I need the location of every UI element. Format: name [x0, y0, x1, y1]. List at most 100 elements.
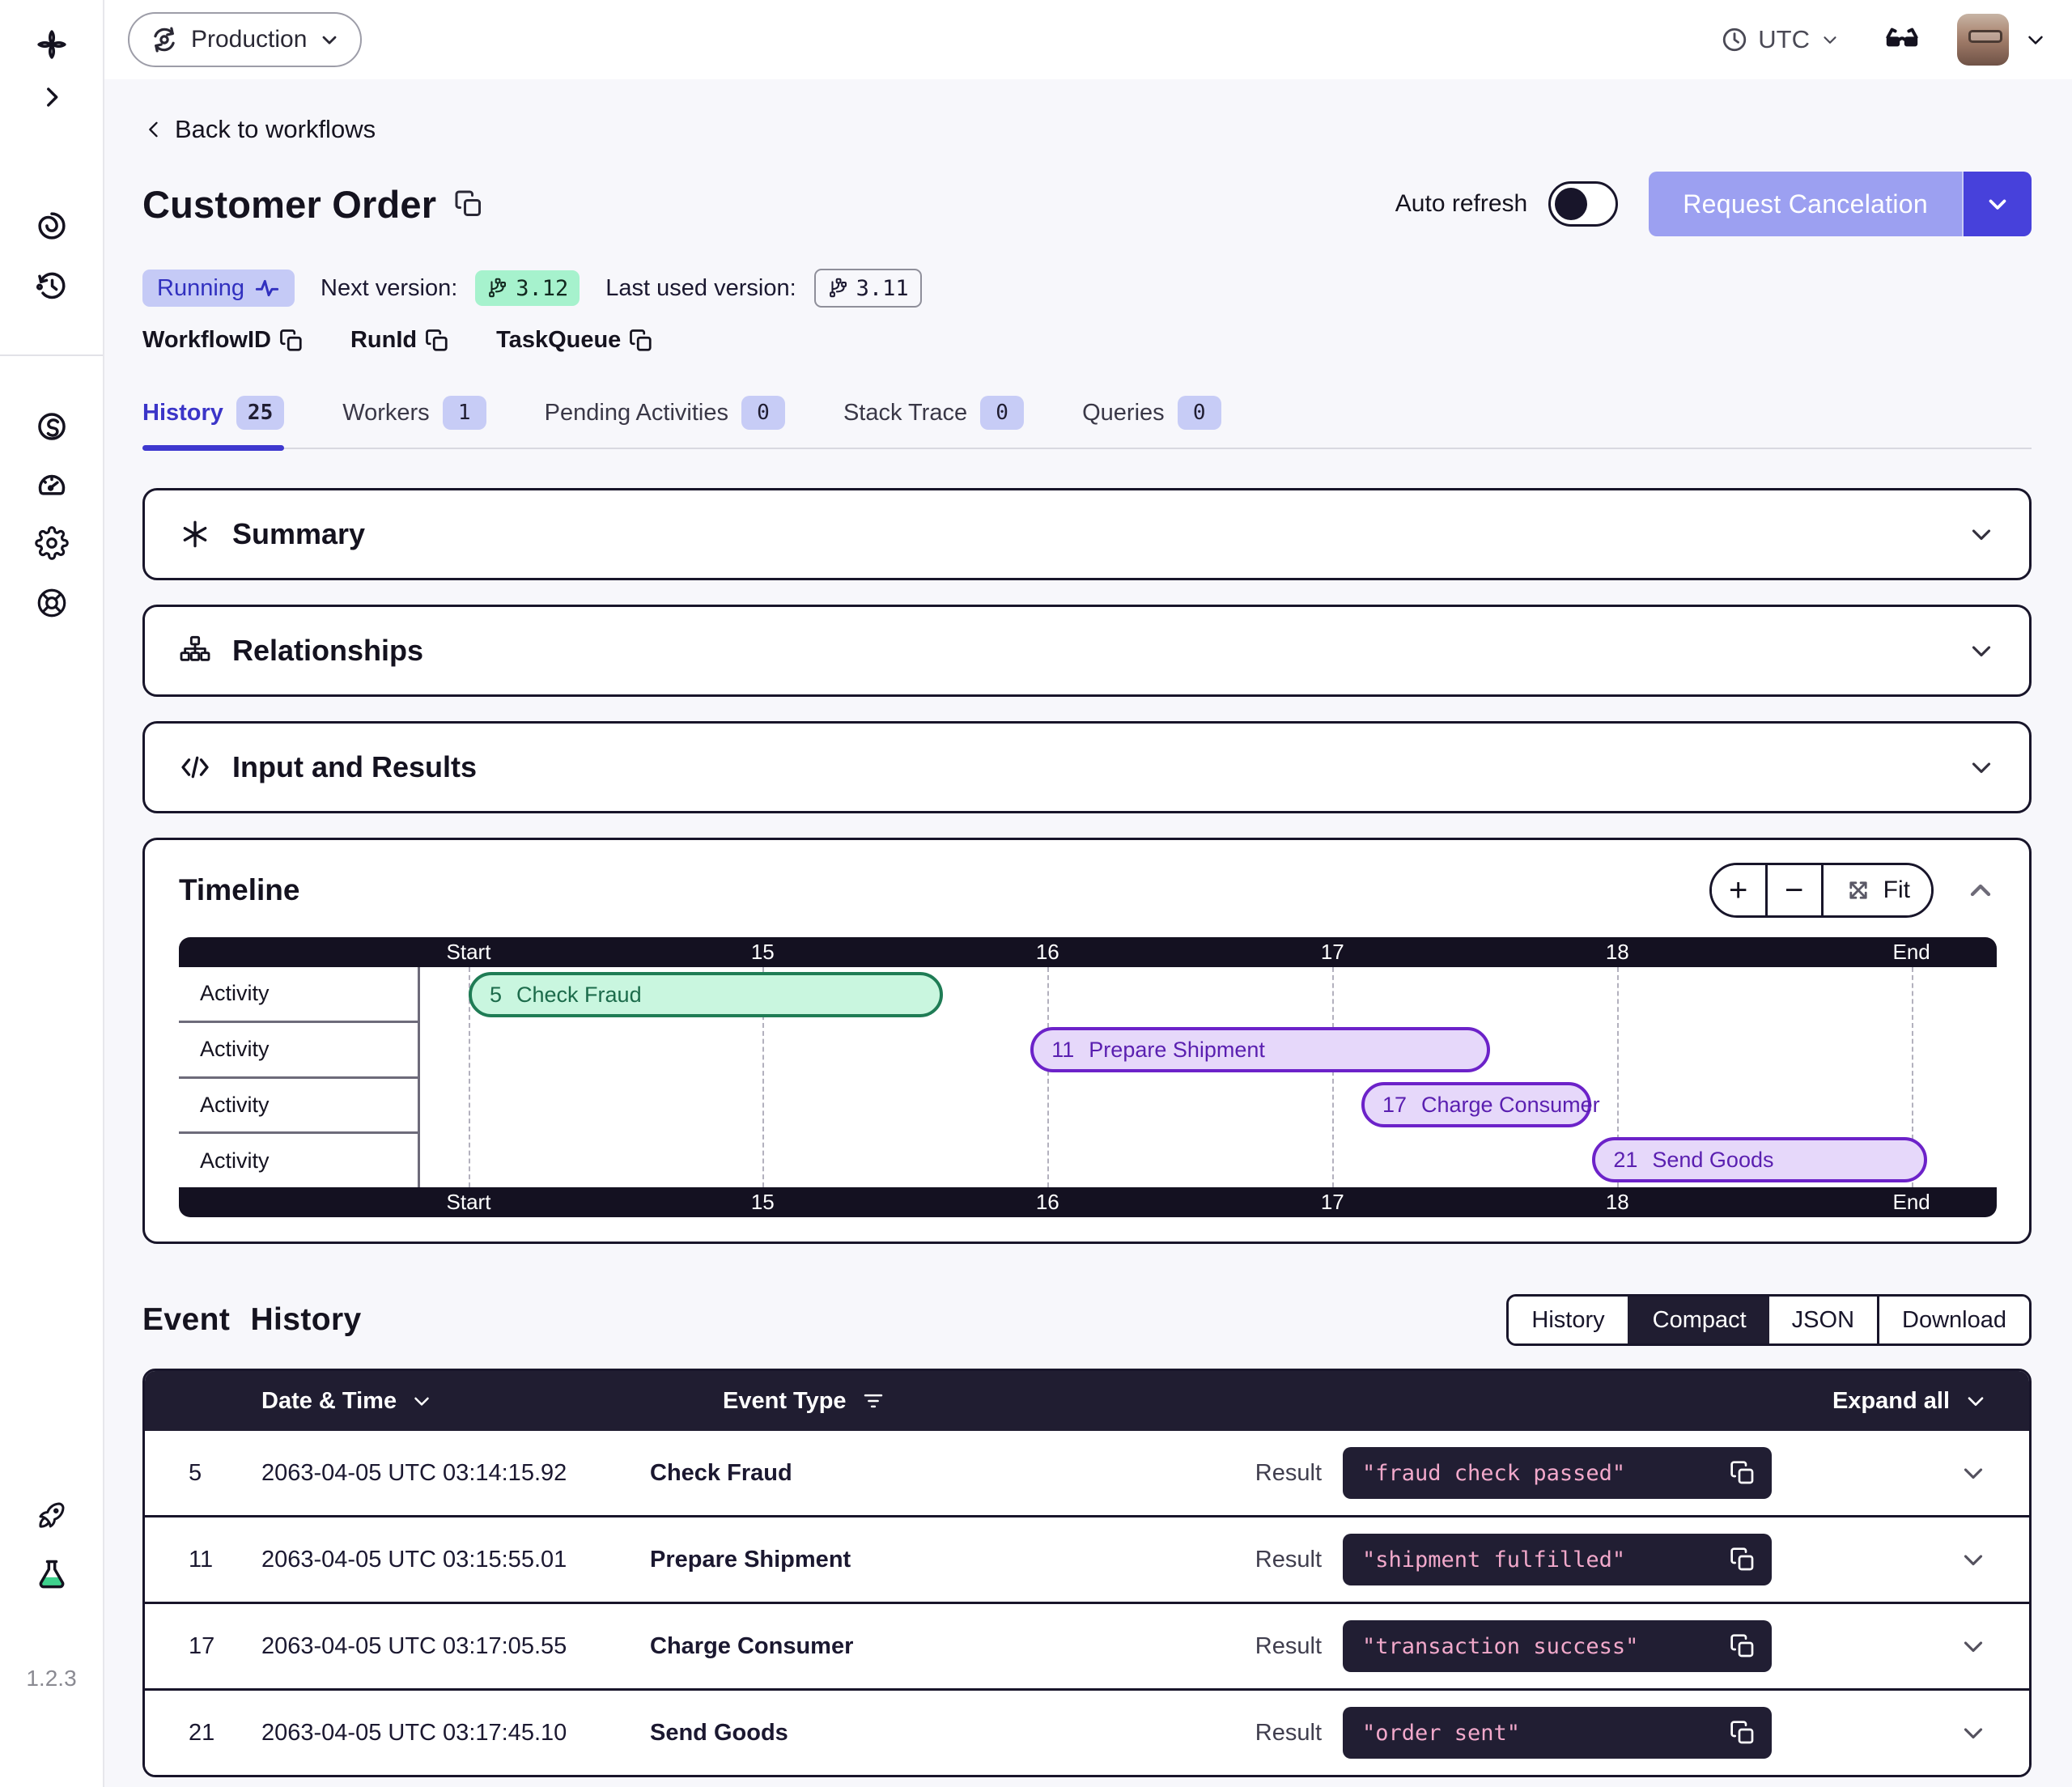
copy-title-icon[interactable] [454, 189, 483, 219]
expand-sidebar-icon[interactable] [38, 83, 66, 111]
event-history-view-switcher: HistoryCompactJSONDownload [1506, 1294, 2032, 1346]
activity-label: Send Goods [1652, 1148, 1773, 1173]
request-cancelation-split-button: Request Cancelation [1649, 172, 2032, 236]
timeline-activity-bar[interactable]: 17 Charge Consumer [1361, 1082, 1591, 1127]
panel-title: Input and Results [232, 750, 477, 784]
tab-label: History [142, 400, 223, 427]
topbar: Production UTC [103, 0, 2072, 79]
axis-tick-label: 16 [1036, 937, 1059, 967]
result-pill[interactable]: "transaction success" [1343, 1620, 1772, 1672]
nexus-icon[interactable] [35, 410, 69, 444]
sort-chevron-icon [410, 1389, 434, 1413]
expand-row-chevron-icon[interactable] [1958, 1717, 1989, 1748]
zoom-in-button[interactable]: + [1712, 865, 1765, 915]
expand-row-chevron-icon[interactable] [1958, 1631, 1989, 1662]
support-lifebuoy-icon[interactable] [35, 586, 69, 620]
run-id-chip[interactable]: RunId [350, 327, 449, 354]
timeline-activity-bar[interactable]: 5 Check Fraud [469, 972, 943, 1017]
event-type-filter-header[interactable]: Event Type [723, 1388, 885, 1415]
copy-icon[interactable] [629, 329, 653, 353]
input-results-panel: Input and Results [142, 721, 2032, 813]
timeline-row-label: Activity [179, 967, 418, 1023]
copy-icon[interactable] [1730, 1633, 1756, 1659]
feedback-glasses-icon[interactable] [1883, 20, 1921, 59]
result-pill[interactable]: "fraud check passed" [1343, 1447, 1772, 1499]
timeline-axis-bottom: Start15161718End [179, 1187, 1997, 1217]
filter-icon [861, 1389, 885, 1413]
result-pill[interactable]: "order sent" [1343, 1707, 1772, 1759]
tab[interactable]: History 25 [142, 396, 284, 448]
expand-all-button[interactable]: Expand all [1832, 1388, 1989, 1415]
tab[interactable]: Workers 1 [342, 396, 486, 448]
event-type-column-label: Event Type [723, 1388, 847, 1415]
axis-tick-label: 16 [1036, 1187, 1059, 1217]
timeline-gridline [1047, 967, 1049, 1187]
tab-count-badge: 25 [236, 396, 284, 430]
timeline-row-labels: ActivityActivityActivityActivity [179, 967, 420, 1187]
result-pill[interactable]: "shipment fulfilled" [1343, 1534, 1772, 1585]
view-button[interactable]: JSON [1769, 1297, 1877, 1343]
namespace-selector[interactable]: Production [128, 12, 362, 67]
panel-title: Summary [232, 517, 365, 551]
expand-row-chevron-icon[interactable] [1958, 1544, 1989, 1575]
copy-icon[interactable] [1730, 1547, 1756, 1573]
back-to-workflows-link[interactable]: Back to workflows [142, 115, 376, 144]
timezone-label: UTC [1758, 25, 1810, 54]
chevron-down-icon [1963, 1388, 1989, 1414]
workflows-icon[interactable] [35, 209, 69, 243]
avatar[interactable] [1957, 14, 2009, 66]
event-type: Check Fraud [650, 1460, 1103, 1487]
tab[interactable]: Stack Trace 0 [843, 396, 1024, 448]
copy-icon[interactable] [425, 329, 449, 353]
zoom-out-button[interactable]: − [1765, 865, 1821, 915]
event-datetime: 2063-04-05 UTC 03:15:55.01 [261, 1547, 650, 1573]
labs-flask-icon[interactable] [34, 1557, 70, 1593]
chevron-down-icon[interactable] [1966, 752, 1997, 783]
timezone-selector[interactable]: UTC [1721, 25, 1841, 54]
user-menu-chevron-icon[interactable] [2023, 28, 2048, 52]
activity-label: Check Fraud [516, 983, 642, 1008]
copy-icon[interactable] [1730, 1720, 1756, 1746]
last-used-version-label: Last used version: [605, 275, 796, 302]
copy-icon[interactable] [1730, 1460, 1756, 1486]
usage-gauge-icon[interactable] [35, 468, 69, 502]
workflow-id-chip[interactable]: WorkflowID [142, 327, 304, 354]
summary-panel-header[interactable]: Summary [145, 490, 2029, 578]
result-value: "transaction success" [1362, 1634, 1638, 1659]
cancelation-menu-button[interactable] [1962, 172, 2032, 236]
run-id-label: RunId [350, 327, 417, 354]
view-button[interactable]: Download [1877, 1297, 2029, 1343]
timeline-activity-bar[interactable]: 11 Prepare Shipment [1030, 1027, 1490, 1072]
tab[interactable]: Pending Activities 0 [545, 396, 785, 448]
schedules-icon[interactable] [35, 269, 69, 303]
tab[interactable]: Queries 0 [1082, 396, 1221, 448]
task-queue-chip[interactable]: TaskQueue [496, 327, 653, 354]
request-cancelation-button[interactable]: Request Cancelation [1649, 172, 1962, 236]
tab-count-badge: 0 [1178, 396, 1221, 430]
task-queue-label: TaskQueue [496, 327, 621, 354]
event-history-title: Event History [142, 1302, 362, 1338]
settings-gear-icon[interactable] [35, 526, 69, 560]
event-history-table: Date & Time Event Type Expand all 5 2063… [142, 1369, 2032, 1777]
axis-tick-label: 18 [1606, 1187, 1629, 1217]
app-logo-icon[interactable] [34, 27, 70, 62]
chevron-down-icon[interactable] [1966, 519, 1997, 550]
fit-label: Fit [1883, 877, 1910, 904]
input-results-panel-header[interactable]: Input and Results [145, 724, 2029, 811]
expand-row-chevron-icon[interactable] [1958, 1458, 1989, 1488]
timeline-activity-bar[interactable]: 21 Send Goods [1592, 1137, 1927, 1182]
sidebar-divider [0, 354, 103, 356]
chevron-down-icon[interactable] [1966, 635, 1997, 666]
event-datetime: 2063-04-05 UTC 03:17:05.55 [261, 1633, 650, 1660]
auto-refresh-toggle[interactable] [1548, 181, 1618, 227]
result-label: Result [1255, 1633, 1322, 1660]
relationships-panel-header[interactable]: Relationships [145, 607, 2029, 694]
fit-button[interactable]: Fit [1821, 865, 1931, 915]
view-button[interactable]: History [1509, 1297, 1627, 1343]
date-time-sort-header[interactable]: Date & Time [261, 1388, 723, 1415]
collapse-timeline-chevron-icon[interactable] [1964, 874, 1997, 906]
view-button[interactable]: Compact [1628, 1297, 1769, 1343]
getting-started-rocket-icon[interactable] [35, 1498, 69, 1532]
next-version-badge: 3.12 [475, 270, 580, 306]
copy-icon[interactable] [279, 329, 304, 353]
